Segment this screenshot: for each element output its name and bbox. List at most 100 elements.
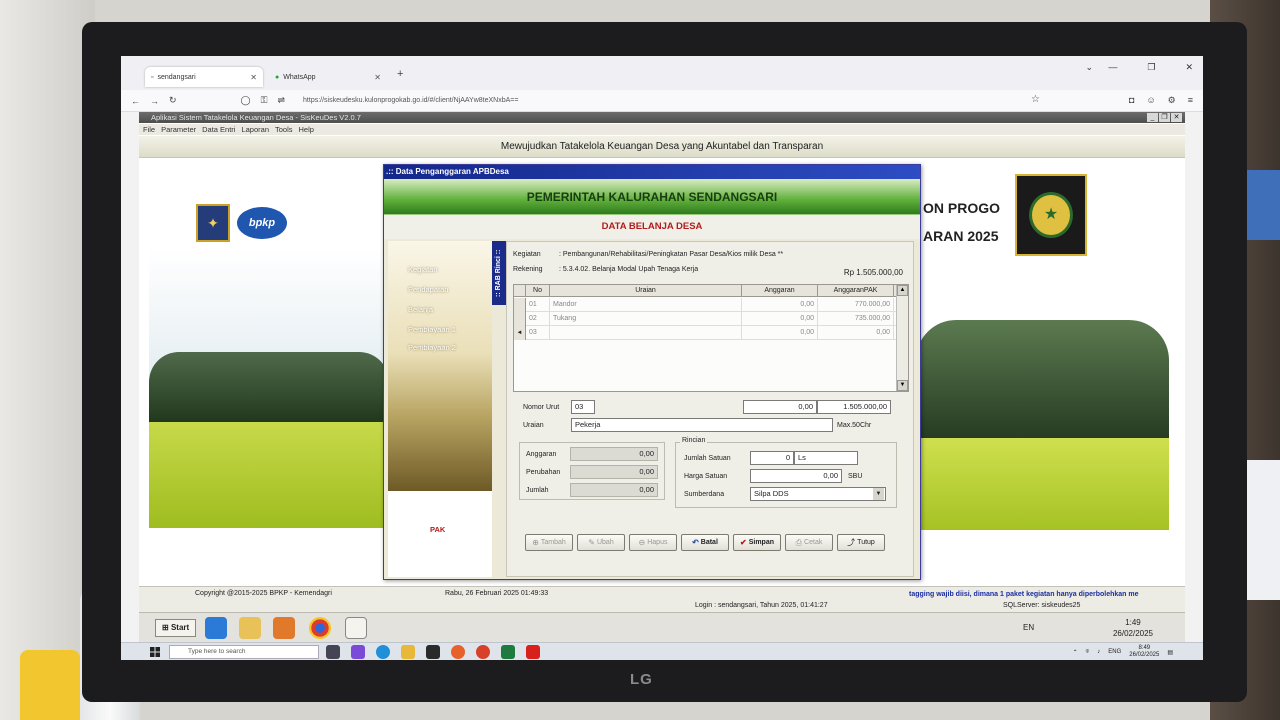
row-selector[interactable] (514, 312, 526, 326)
explorer-icon[interactable] (239, 617, 261, 639)
close-tab-icon[interactable]: ✕ (374, 73, 381, 82)
anggaran-label: Anggaran (526, 451, 557, 458)
tambah-button[interactable]: ⊕ Tambah (525, 534, 573, 551)
chrome-icon[interactable] (309, 617, 331, 639)
jumlah-satuan-input[interactable]: 0 (750, 451, 794, 465)
sbu-label[interactable]: SBU (848, 473, 862, 480)
network-icon[interactable]: ⌾ (1086, 649, 1090, 656)
ie-icon[interactable] (205, 617, 227, 639)
menu-tools[interactable]: Tools (275, 124, 293, 135)
ubah-button[interactable]: ✎ Ubah (577, 534, 625, 551)
restore-icon[interactable]: ❐ (1147, 62, 1155, 73)
start-button[interactable]: ⊞ Start (155, 619, 197, 637)
grid-scrollbar[interactable]: ▲ ▼ (896, 285, 908, 391)
tab-list-chevron-icon[interactable]: ⌄ (1085, 62, 1093, 73)
edge-icon[interactable] (376, 645, 390, 659)
scroll-down-icon[interactable]: ▼ (897, 380, 908, 391)
cetak-button[interactable]: ⎙ Cetak (785, 534, 833, 551)
yellow-bottle (20, 650, 80, 720)
menu-data-entri[interactable]: Data Entri (202, 124, 235, 135)
row-selector[interactable] (514, 298, 526, 312)
uraian-input[interactable]: Pekerja (571, 418, 833, 432)
store-icon[interactable] (426, 645, 440, 659)
col-uraian[interactable]: Uraian (550, 285, 742, 297)
pak-label[interactable]: PAK (430, 525, 445, 534)
windows-search-input[interactable]: Type here to search (169, 645, 319, 659)
menu-parameter[interactable]: Parameter (161, 124, 196, 135)
firefox-icon[interactable] (451, 645, 465, 659)
tagline: Mewujudkan Tatakelola Keuangan Desa yang… (139, 136, 1185, 158)
tutup-button[interactable]: ⤴ Tutup (837, 534, 885, 551)
app-statusbar-2: Login : sendangsari, Tahun 2025, 01:41:2… (139, 600, 1185, 612)
language-indicator[interactable]: EN (1023, 623, 1034, 632)
table-row[interactable]: 02 Tukang 0,00 735.000,00 (514, 312, 896, 326)
media-player-icon[interactable] (273, 617, 295, 639)
windows-clock[interactable]: 8:49 26/02/2025 (1129, 645, 1159, 659)
side-menu-pendapatan[interactable]: Pendapatan (408, 285, 448, 294)
notification-icon[interactable]: ▤ (1167, 649, 1173, 656)
side-menu-belanja[interactable]: Belanja (408, 305, 433, 314)
simpan-button[interactable]: ✔ Simpan (733, 534, 781, 551)
dropdown-arrow-icon[interactable]: ▼ (873, 488, 884, 500)
button-label: Tutup (857, 539, 875, 546)
permissions-icon[interactable]: ⇌ (277, 95, 285, 106)
menu-file[interactable]: File (143, 124, 155, 135)
col-no[interactable]: No (526, 285, 550, 297)
tab-sendangsari[interactable]: ▫ sendangsari ✕ (145, 67, 263, 87)
col-anggaran-pak[interactable]: AnggaranPAK (818, 285, 894, 297)
account-icon[interactable]: ☺ (1146, 95, 1155, 106)
tray-chevron-icon[interactable]: ⌃ (1073, 649, 1078, 656)
excel-icon[interactable] (501, 645, 515, 659)
acrobat-icon[interactable] (526, 645, 540, 659)
back-icon[interactable]: ← (131, 96, 140, 106)
pocket-icon[interactable]: ◘ (1129, 95, 1134, 106)
side-menu-pembiayaan-2[interactable]: Pembiayaan 2 (408, 343, 456, 352)
dialog-titlebar: .:: Data Penganggaran APBDesa (384, 165, 920, 179)
copilot-icon[interactable] (351, 645, 365, 659)
windows-language[interactable]: ENG (1108, 649, 1121, 655)
cell-no: 01 (526, 298, 550, 312)
side-menu-kegiatan[interactable]: Kegiatan (408, 265, 438, 274)
url-bar[interactable]: https://siskeudesku.kulonprogokab.go.id/… (303, 97, 518, 104)
menu-icon[interactable]: ≡ (1188, 95, 1193, 106)
forward-icon[interactable]: → (150, 96, 159, 106)
scroll-up-icon[interactable]: ▲ (897, 285, 908, 296)
app-close-icon[interactable]: ✕ (1171, 113, 1182, 122)
task-view-icon[interactable] (326, 645, 340, 659)
table-row-current[interactable]: ◄ 03 0,00 0,00 (514, 326, 896, 340)
tab-whatsapp[interactable]: ● WhatsApp ✕ (269, 67, 387, 87)
shield-icon[interactable]: ◯ (241, 95, 251, 106)
hapus-button[interactable]: ⊖ Hapus (629, 534, 677, 551)
windows-start-icon[interactable] (150, 647, 160, 657)
app-restore-icon[interactable]: ❐ (1159, 113, 1170, 122)
add-icon: ⊕ (532, 538, 539, 547)
rab-rinci-tab[interactable]: :: RAB Rinci :: (492, 241, 506, 305)
nomor-urut-input[interactable]: 03 (571, 400, 595, 414)
satuan-input[interactable]: Ls (794, 451, 858, 465)
file-explorer-icon[interactable] (401, 645, 415, 659)
batal-button[interactable]: ↶ Batal (681, 534, 729, 551)
table-row[interactable]: 01 Mandor 0,00 770.000,00 (514, 298, 896, 312)
side-menu-pembiayaan-1[interactable]: Pembiayaan 1 (408, 325, 456, 334)
edit-icon: ✎ (588, 538, 595, 547)
bookmark-star-icon[interactable]: ☆ (1031, 94, 1040, 105)
sumberdana-select[interactable]: Silpa DDS ▼ (750, 487, 886, 501)
new-tab-icon[interactable]: + (397, 68, 403, 80)
col-anggaran[interactable]: Anggaran (742, 285, 818, 297)
close-window-icon[interactable]: ✕ (1185, 62, 1193, 73)
reload-icon[interactable]: ↻ (169, 95, 177, 106)
chrome-local-icon[interactable] (476, 645, 490, 659)
app-minimize-icon[interactable]: _ (1147, 113, 1158, 122)
jumlah-field: 0,00 (570, 483, 658, 497)
extensions-icon[interactable]: ⚙ (1168, 95, 1176, 106)
siskeudes-task-icon[interactable] (345, 617, 367, 639)
menu-help[interactable]: Help (299, 124, 314, 135)
lock-icon[interactable]: ⚿ (261, 95, 268, 106)
button-label: Ubah (596, 539, 614, 546)
volume-icon[interactable]: ♪ (1097, 649, 1100, 655)
menu-laporan[interactable]: Laporan (241, 124, 269, 135)
harga-satuan-input[interactable]: 0,00 (750, 469, 842, 483)
current-row-marker-icon[interactable]: ◄ (514, 326, 526, 340)
close-tab-icon[interactable]: ✕ (250, 73, 257, 82)
minimize-icon[interactable]: — (1108, 62, 1117, 73)
